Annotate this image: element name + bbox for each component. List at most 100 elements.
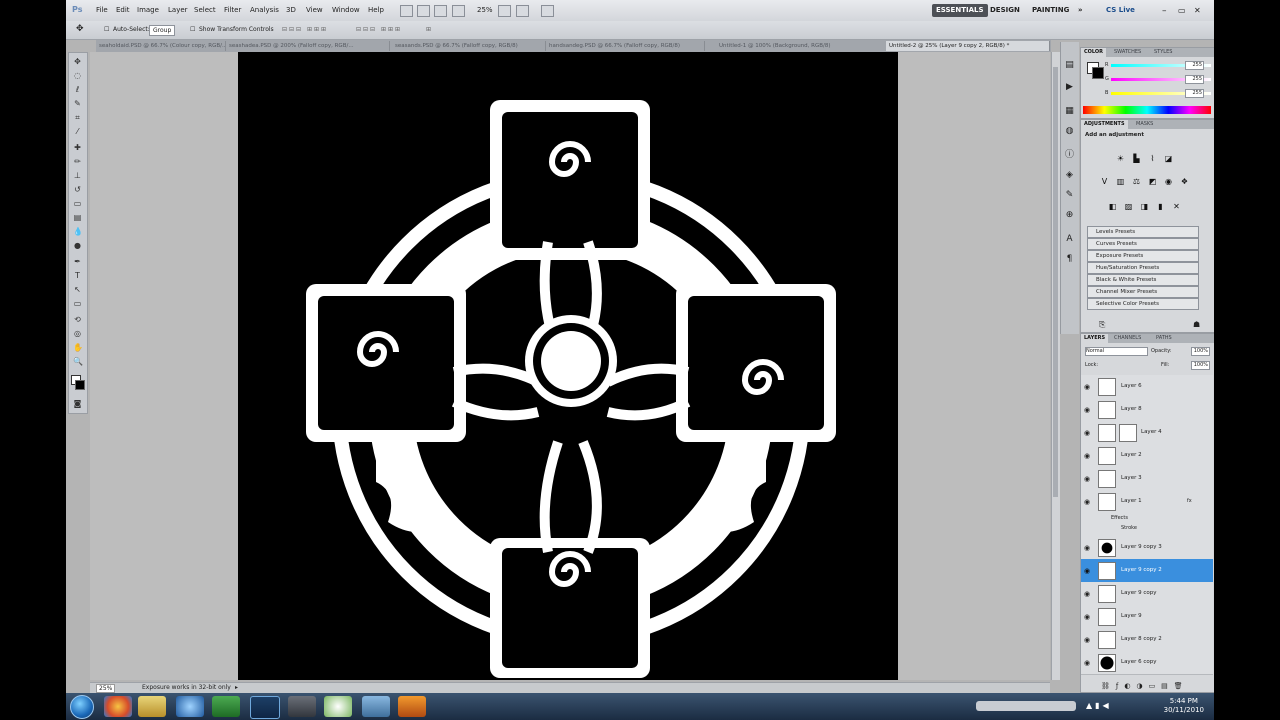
menu-window[interactable]: Window — [332, 6, 360, 14]
more-workspaces-button[interactable]: » — [1074, 4, 1087, 17]
mini-bridge-icon[interactable] — [417, 5, 430, 17]
layer-row[interactable]: ◉ Layer 2 — [1081, 444, 1213, 468]
levels-icon[interactable]: ▙ — [1131, 154, 1142, 163]
zoom-level-value[interactable]: 25% — [477, 6, 493, 14]
clone-stamp-icon[interactable]: ⊥ — [73, 171, 82, 180]
layer-actions-icons[interactable]: ⛓ƒ◐◑▭▤🗑 — [1101, 682, 1189, 690]
menu-view[interactable]: View — [306, 6, 323, 14]
eye-icon[interactable]: ◉ — [1084, 659, 1090, 667]
crop-tool-icon[interactable]: ⌗ — [73, 113, 82, 122]
hand-tool-icon[interactable]: ✋ — [73, 343, 83, 352]
clip-layer-icon[interactable]: ⎘ — [1099, 320, 1105, 330]
rotate-view-icon[interactable] — [516, 5, 529, 17]
fx-icon[interactable]: fx — [1187, 498, 1192, 504]
info-panel-icon[interactable]: ⓘ — [1064, 150, 1075, 161]
excel-icon[interactable] — [212, 696, 240, 717]
status-zoom[interactable]: 25% — [96, 684, 116, 693]
cs-live-button[interactable]: CS Live — [1102, 4, 1139, 17]
eye-icon[interactable]: ◉ — [1084, 406, 1090, 414]
bridge-icon[interactable] — [400, 5, 413, 17]
color-spectrum[interactable] — [1083, 106, 1211, 114]
marquee-tool-icon[interactable]: ◌ — [73, 71, 82, 80]
eye-icon[interactable]: ◉ — [1084, 636, 1090, 644]
canvas-area[interactable] — [90, 52, 1050, 680]
system-clock[interactable]: 5:44 PM 30/11/2010 — [1164, 697, 1204, 715]
auto-select-dropdown[interactable]: Group — [149, 25, 176, 36]
distribute-buttons[interactable]: ⊟⊟⊟ ⊞⊞⊞ — [356, 26, 402, 33]
media-controls[interactable] — [976, 701, 1076, 711]
show-transform-checkbox[interactable]: ☐ — [190, 26, 195, 33]
preset-channel-mixer[interactable]: Channel Mixer Presets — [1087, 286, 1199, 298]
layer-row[interactable]: ◉ Layer 6 copy — [1081, 651, 1213, 675]
align-buttons[interactable]: ⊟⊟⊟ ⊞⊞⊞ — [282, 26, 328, 33]
brush-panel-icon[interactable]: ✎ — [1064, 190, 1075, 201]
preset-black-white[interactable]: Black & White Presets — [1087, 274, 1199, 286]
preset-hue-saturation[interactable]: Hue/Saturation Presets — [1087, 262, 1199, 274]
tray-icons[interactable]: ▲▮◀ — [1086, 701, 1112, 710]
brightness-icon[interactable]: ☀ — [1115, 154, 1126, 163]
auto-select-checkbox[interactable]: ☐ — [104, 26, 109, 33]
workspace-essentials[interactable]: ESSENTIALS — [932, 4, 988, 17]
tab-styles[interactable]: STYLES — [1151, 48, 1175, 57]
layer-row[interactable]: ◉ Layer 8 — [1081, 398, 1213, 422]
type-tool-icon[interactable]: T — [73, 271, 82, 280]
menu-3d[interactable]: 3D — [286, 6, 296, 14]
status-info[interactable]: Exposure works in 32-bit only — [142, 684, 231, 691]
foreground-color-swatch[interactable] — [75, 380, 85, 390]
exposure-icon[interactable]: ◪ — [1163, 154, 1174, 163]
eye-icon[interactable]: ◉ — [1084, 452, 1090, 460]
tab-document-5[interactable]: Untitled-1 @ 100% (Background, RGB/8) — [716, 41, 890, 51]
navigator-panel-icon[interactable]: ▦ — [1064, 106, 1075, 117]
layer-row[interactable]: ◉ Layer 9 copy 3 — [1081, 536, 1213, 560]
tab-document-active[interactable]: Untitled-2 @ 25% (Layer 9 copy 2, RGB/8)… — [886, 41, 1050, 51]
document-canvas[interactable] — [238, 52, 898, 680]
quick-select-tool-icon[interactable]: ✎ — [73, 99, 82, 108]
preset-curves[interactable]: Curves Presets — [1087, 238, 1199, 250]
vibrance-icon[interactable]: V — [1099, 177, 1110, 186]
channel-mixer-icon[interactable]: ❖ — [1179, 177, 1190, 186]
move-tool-icon[interactable]: ✥ — [73, 57, 82, 66]
menu-filter[interactable]: Filter — [224, 6, 241, 14]
eye-icon[interactable]: ◉ — [1084, 475, 1090, 483]
menu-select[interactable]: Select — [194, 6, 216, 14]
close-icon[interactable]: ✕ — [1194, 6, 1201, 15]
status-arrow-icon[interactable]: ▸ — [235, 684, 238, 691]
tab-adjustments[interactable]: ADJUSTMENTS — [1081, 120, 1128, 129]
gradient-map-icon[interactable]: ▮ — [1155, 202, 1166, 211]
posterize-icon[interactable]: ▨ — [1123, 202, 1134, 211]
clone-source-icon[interactable]: ⊕ — [1064, 210, 1075, 221]
eye-icon[interactable]: ◉ — [1084, 613, 1090, 621]
start-button[interactable] — [70, 695, 94, 719]
layer-row-selected[interactable]: ◉ Layer 9 copy 2 — [1081, 559, 1213, 583]
eye-icon[interactable]: ◉ — [1084, 383, 1090, 391]
panel-fg-swatch[interactable] — [1092, 67, 1104, 79]
eye-icon[interactable]: ◉ — [1084, 498, 1090, 506]
minimize-icon[interactable]: – — [1162, 6, 1167, 16]
app-icon-6[interactable] — [288, 696, 316, 717]
layer-row[interactable]: ◉ Layer 9 copy — [1081, 582, 1213, 606]
workspace-design[interactable]: DESIGN — [986, 4, 1024, 17]
selective-color-icon[interactable]: ✕ — [1171, 202, 1182, 211]
layer-row[interactable]: ◉ Layer 4 — [1081, 421, 1213, 445]
photo-filter-icon[interactable]: ◉ — [1163, 177, 1174, 186]
green-value[interactable]: 255 — [1185, 75, 1204, 84]
menu-analysis[interactable]: Analysis — [250, 6, 279, 14]
layer-row[interactable]: ◉ Layer 3 — [1081, 467, 1213, 491]
explorer-icon[interactable] — [138, 696, 166, 717]
lasso-tool-icon[interactable]: ℓ — [73, 85, 82, 94]
messenger-icon[interactable] — [324, 696, 352, 717]
3d-rotate-icon[interactable]: ⟲ — [73, 315, 82, 324]
tab-masks[interactable]: MASKS — [1133, 120, 1156, 129]
curves-icon[interactable]: ⌇ — [1147, 154, 1158, 163]
paragraph-panel-icon[interactable]: ¶ — [1064, 254, 1075, 265]
black-white-icon[interactable]: ◩ — [1147, 177, 1158, 186]
menu-help[interactable]: Help — [368, 6, 384, 14]
tab-color[interactable]: COLOR — [1081, 48, 1107, 57]
tab-document-1[interactable]: seaholdaid.PSD @ 66.7% (Colour copy, RGB… — [96, 41, 226, 51]
history-brush-icon[interactable]: ↺ — [73, 185, 82, 194]
move-tool-icon[interactable]: ✥ — [76, 24, 84, 34]
zoom-level-icon[interactable] — [452, 5, 465, 17]
blue-value[interactable]: 255 — [1185, 89, 1204, 98]
photoshop-taskbar-icon[interactable] — [250, 696, 280, 719]
preset-selective-color[interactable]: Selective Color Presets — [1087, 298, 1199, 310]
